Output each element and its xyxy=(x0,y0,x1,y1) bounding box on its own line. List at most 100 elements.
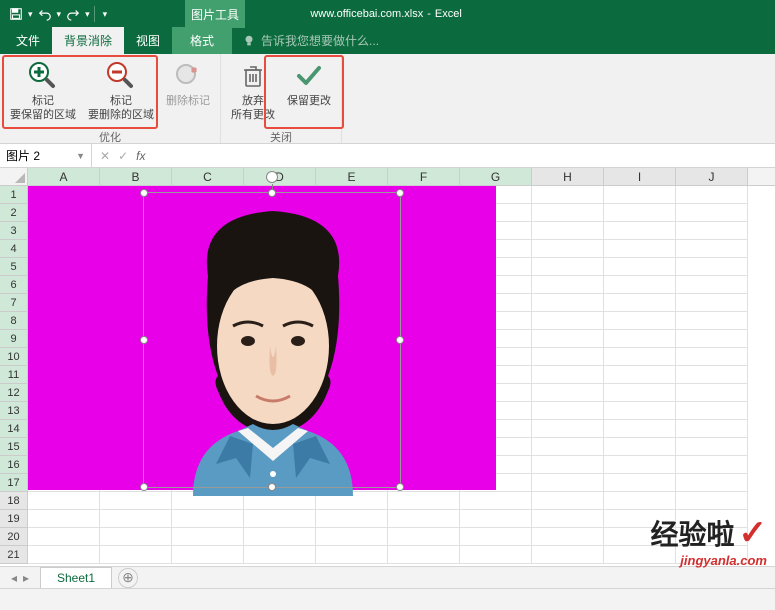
row-header[interactable]: 15 xyxy=(0,438,28,456)
cell[interactable] xyxy=(388,546,460,564)
fx-icon[interactable]: fx xyxy=(136,149,145,163)
tab-file[interactable]: 文件 xyxy=(4,27,52,54)
cell[interactable] xyxy=(604,438,676,456)
cell[interactable] xyxy=(676,492,748,510)
cell[interactable] xyxy=(532,492,604,510)
cell[interactable] xyxy=(604,276,676,294)
column-header[interactable]: I xyxy=(604,168,676,185)
resize-handle[interactable] xyxy=(268,483,276,491)
column-header[interactable]: G xyxy=(460,168,532,185)
qat-customize[interactable]: ▾ xyxy=(99,9,112,20)
cell[interactable] xyxy=(676,402,748,420)
rotate-handle[interactable] xyxy=(266,171,278,183)
cell[interactable] xyxy=(532,312,604,330)
cell[interactable] xyxy=(604,294,676,312)
cell[interactable] xyxy=(244,528,316,546)
cell[interactable] xyxy=(604,492,676,510)
cell[interactable] xyxy=(676,240,748,258)
cell[interactable] xyxy=(172,528,244,546)
cell[interactable] xyxy=(604,348,676,366)
column-header[interactable]: J xyxy=(676,168,748,185)
cell[interactable] xyxy=(604,474,676,492)
prev-sheet-icon[interactable]: ◂ xyxy=(11,571,17,585)
column-header[interactable]: H xyxy=(532,168,604,185)
cell[interactable] xyxy=(532,330,604,348)
cell[interactable] xyxy=(388,510,460,528)
cell[interactable] xyxy=(676,186,748,204)
row-header[interactable]: 2 xyxy=(0,204,28,222)
cell[interactable] xyxy=(460,546,532,564)
cell[interactable] xyxy=(676,474,748,492)
cell[interactable] xyxy=(388,492,460,510)
save-button[interactable] xyxy=(6,4,26,24)
cell[interactable] xyxy=(316,510,388,528)
cell[interactable] xyxy=(676,222,748,240)
column-header[interactable]: D xyxy=(244,168,316,185)
cell[interactable] xyxy=(676,312,748,330)
resize-handle[interactable] xyxy=(396,189,404,197)
cell[interactable] xyxy=(676,330,748,348)
crop-marquee[interactable] xyxy=(143,192,401,488)
keep-changes-button[interactable]: 保留更改 xyxy=(281,56,337,127)
cell[interactable] xyxy=(604,384,676,402)
row-header[interactable]: 14 xyxy=(0,420,28,438)
tell-me-search[interactable]: 告诉我您想要做什么... xyxy=(232,27,389,54)
cell[interactable] xyxy=(532,420,604,438)
cell[interactable] xyxy=(460,510,532,528)
cell[interactable] xyxy=(604,258,676,276)
cell[interactable] xyxy=(532,186,604,204)
cell[interactable] xyxy=(532,366,604,384)
cell[interactable] xyxy=(532,528,604,546)
cell[interactable] xyxy=(532,258,604,276)
row-header[interactable]: 7 xyxy=(0,294,28,312)
cell[interactable] xyxy=(676,294,748,312)
cell[interactable] xyxy=(676,384,748,402)
cell[interactable] xyxy=(532,402,604,420)
column-header[interactable]: A xyxy=(28,168,100,185)
row-header[interactable]: 10 xyxy=(0,348,28,366)
new-sheet-button[interactable]: ⊕ xyxy=(118,568,138,588)
cell[interactable] xyxy=(532,510,604,528)
cell[interactable] xyxy=(604,456,676,474)
cell[interactable] xyxy=(172,546,244,564)
row-header[interactable]: 18 xyxy=(0,492,28,510)
row-header[interactable]: 11 xyxy=(0,366,28,384)
row-header[interactable]: 19 xyxy=(0,510,28,528)
resize-handle[interactable] xyxy=(396,336,404,344)
resize-handle[interactable] xyxy=(140,189,148,197)
mark-remove-button[interactable]: 标记 要删除的区域 xyxy=(82,56,160,127)
cell[interactable] xyxy=(100,528,172,546)
tab-format[interactable]: 格式 xyxy=(172,27,232,54)
cell[interactable] xyxy=(316,528,388,546)
cell[interactable] xyxy=(244,510,316,528)
cell[interactable] xyxy=(604,312,676,330)
cell[interactable] xyxy=(316,546,388,564)
cell[interactable] xyxy=(604,402,676,420)
cell[interactable] xyxy=(604,240,676,258)
cell[interactable] xyxy=(604,420,676,438)
undo-button[interactable] xyxy=(35,4,55,24)
cell[interactable] xyxy=(100,510,172,528)
cell[interactable] xyxy=(532,456,604,474)
cell[interactable] xyxy=(172,510,244,528)
row-header[interactable]: 6 xyxy=(0,276,28,294)
resize-handle[interactable] xyxy=(268,189,276,197)
cell[interactable] xyxy=(532,438,604,456)
row-header[interactable]: 5 xyxy=(0,258,28,276)
cell[interactable] xyxy=(676,438,748,456)
row-header[interactable]: 12 xyxy=(0,384,28,402)
cell[interactable] xyxy=(604,330,676,348)
cell[interactable] xyxy=(604,366,676,384)
column-header[interactable]: F xyxy=(388,168,460,185)
cell[interactable] xyxy=(676,258,748,276)
row-header[interactable]: 16 xyxy=(0,456,28,474)
discard-changes-button[interactable]: 放弃 所有更改 xyxy=(225,56,281,127)
chevron-down-icon[interactable]: ▼ xyxy=(76,151,85,161)
row-header[interactable]: 21 xyxy=(0,546,28,564)
cell[interactable] xyxy=(460,492,532,510)
cell[interactable] xyxy=(100,546,172,564)
cell[interactable] xyxy=(532,222,604,240)
column-header[interactable]: B xyxy=(100,168,172,185)
row-header[interactable]: 17 xyxy=(0,474,28,492)
cell[interactable] xyxy=(388,528,460,546)
